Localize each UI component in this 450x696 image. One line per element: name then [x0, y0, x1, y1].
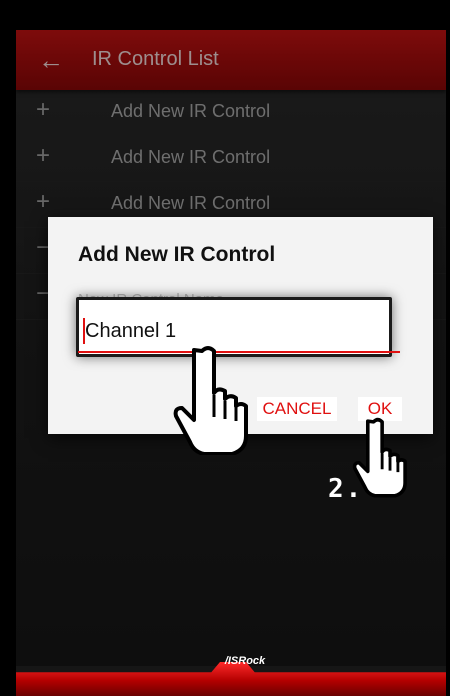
- cancel-button[interactable]: CANCEL: [257, 397, 337, 421]
- input-value: Channel 1: [85, 320, 177, 342]
- dialog-title: Add New IR Control: [78, 243, 276, 266]
- step-number-label: 2.: [328, 474, 364, 504]
- brand-logo: /ISRock: [224, 655, 266, 667]
- pointer-hand-icon: [173, 346, 248, 455]
